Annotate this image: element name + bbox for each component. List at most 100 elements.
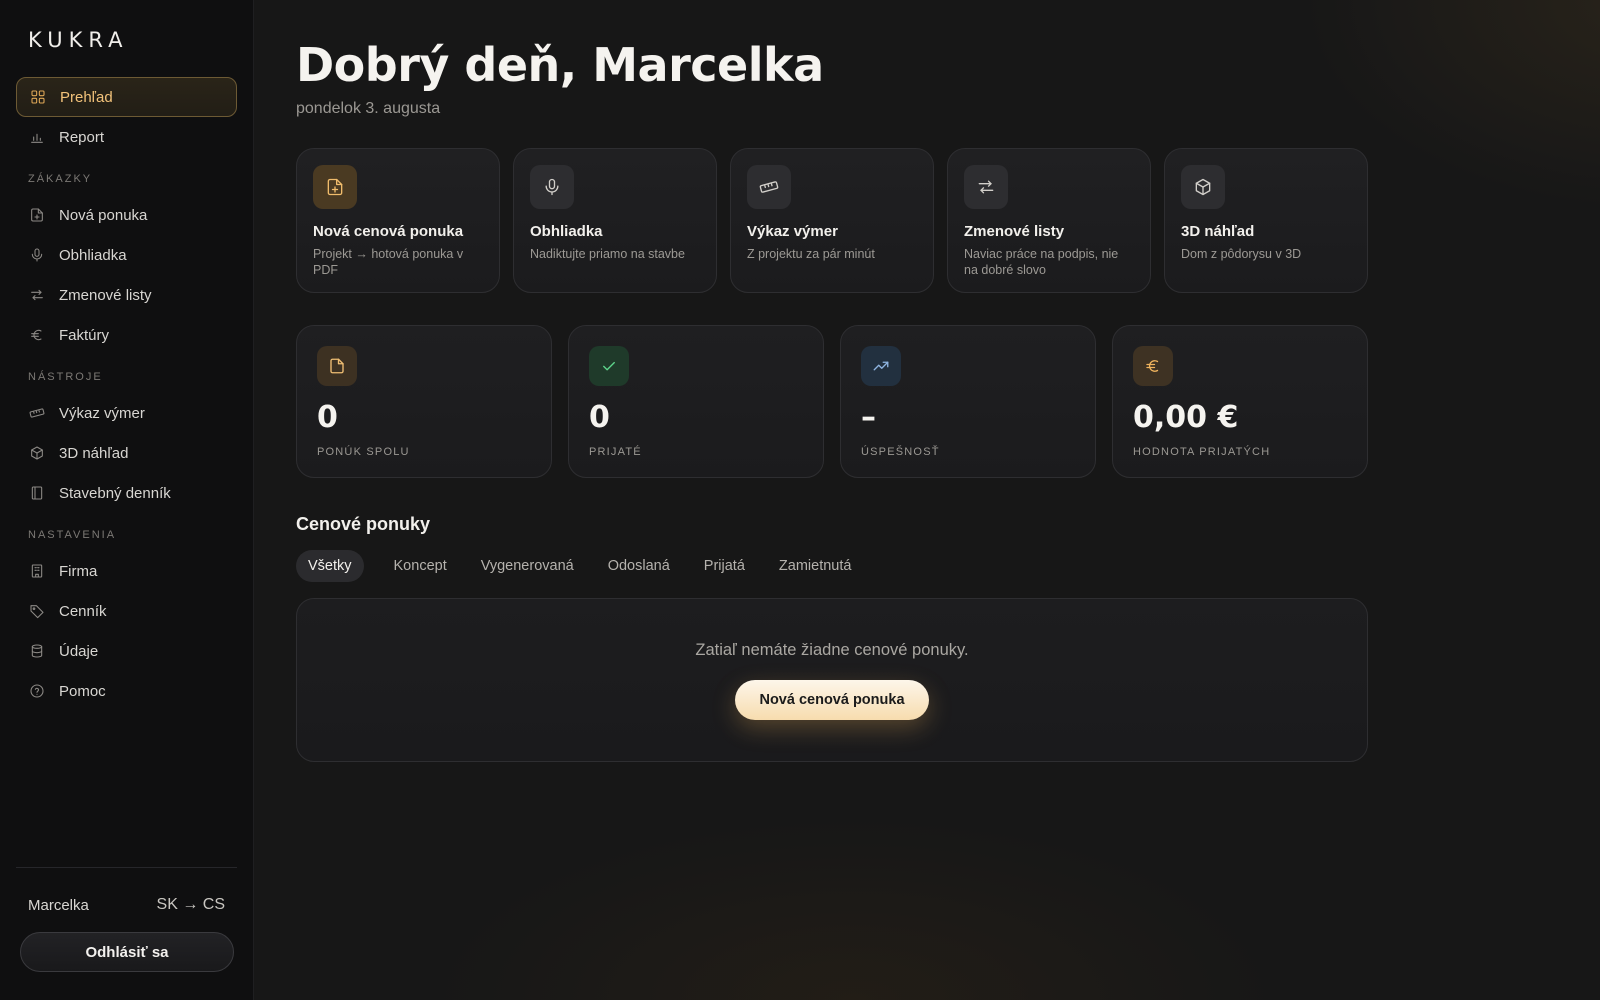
quick-action-title: Zmenové listy [964, 223, 1065, 240]
file-plus-icon [313, 165, 357, 209]
quick-action-desc: Dom z pôdorysu v 3D [1181, 247, 1302, 261]
euro-icon [1133, 346, 1173, 386]
tab-prijata[interactable]: Prijatá [692, 550, 757, 582]
sidebar-item-label: Nová ponuka [59, 206, 148, 224]
language-switch[interactable]: SK → CS [157, 896, 225, 914]
book-icon [28, 484, 46, 502]
sidebar-item-cennik[interactable]: Cenník [16, 591, 237, 631]
ruler-icon [747, 165, 791, 209]
quick-action-3d-nahlad[interactable]: 3D náhľad Dom z pôdorysu v 3D [1164, 148, 1368, 293]
current-user-name: Marcelka [28, 896, 89, 914]
tab-zamietnuta[interactable]: Zamietnutá [767, 550, 864, 582]
euro-icon [28, 326, 46, 344]
quick-action-title: 3D náhľad [1181, 223, 1255, 240]
cube-icon [1181, 165, 1225, 209]
sidebar-item-stavebny-dennik[interactable]: Stavebný denník [16, 473, 237, 513]
quick-action-desc: Naviac práce na podpis, nie na dobré slo… [964, 247, 1119, 277]
sidebar: KUKRA Prehľad Report ZÁKAZKY Nová ponuka [0, 0, 254, 1000]
stat-label: HODNOTA PRIJATÝCH [1133, 446, 1271, 458]
offers-filter-tabs: Všetky Koncept Vygenerovaná Odoslaná Pri… [296, 550, 1600, 582]
sidebar-footer: Marcelka SK → CS Odhlásiť sa [16, 867, 237, 972]
quick-action-desc: Projekt → hotová ponuka v PDF [313, 247, 464, 277]
sidebar-item-label: 3D náhľad [59, 444, 129, 462]
sidebar-item-label: Stavebný denník [59, 484, 171, 502]
empty-state-text: Zatiaľ nemáte žiadne cenové ponuky. [695, 641, 969, 659]
tab-vsetky[interactable]: Všetky [296, 550, 364, 582]
sidebar-item-obhliadka[interactable]: Obhliadka [16, 235, 237, 275]
arrows-swap-icon [28, 286, 46, 304]
sidebar-item-pomoc[interactable]: Pomoc [16, 671, 237, 711]
microphone-icon [530, 165, 574, 209]
sidebar-item-firma[interactable]: Firma [16, 551, 237, 591]
grid-icon [29, 88, 47, 106]
offers-section-title: Cenové ponuky [296, 514, 431, 534]
sidebar-section-zakazky: ZÁKAZKY [28, 173, 93, 185]
file-icon [317, 346, 357, 386]
stat-value: 0 [589, 400, 610, 435]
tab-vygenerovana[interactable]: Vygenerovaná [469, 550, 586, 582]
stat-label: ÚSPEŠNOSŤ [861, 446, 940, 458]
quick-action-desc: Z projektu za pár minút [747, 247, 875, 261]
stat-card-hodnota-prijatych: 0,00 € HODNOTA PRIJATÝCH [1112, 325, 1368, 478]
ruler-icon [28, 404, 46, 422]
stat-card-uspesnost: – ÚSPEŠNOSŤ [840, 325, 1096, 478]
building-icon [28, 562, 46, 580]
sidebar-item-label: Údaje [59, 642, 99, 660]
quick-action-obhliadka[interactable]: Obhliadka Nadiktujte priamo na stavbe [513, 148, 717, 293]
sidebar-section-nastavenia: NASTAVENIA [28, 529, 117, 541]
sidebar-item-udaje[interactable]: Údaje [16, 631, 237, 671]
stat-value: 0,00 € [1133, 400, 1239, 435]
sidebar-item-label: Firma [59, 562, 98, 580]
help-circle-icon [28, 682, 46, 700]
quick-action-title: Obhliadka [530, 223, 603, 240]
tag-icon [28, 602, 46, 620]
main-content: Dobrý deň, Marcelka pondelok 3. augusta … [254, 0, 1600, 1000]
sidebar-item-label: Zmenové listy [59, 286, 152, 304]
tab-odoslana[interactable]: Odoslaná [596, 550, 682, 582]
app-root: KUKRA Prehľad Report ZÁKAZKY Nová ponuka [0, 0, 1600, 1000]
sidebar-item-label: Cenník [59, 602, 107, 620]
app-logo: KUKRA [28, 28, 129, 52]
sidebar-item-nova-ponuka[interactable]: Nová ponuka [16, 195, 237, 235]
stat-card-prijate: 0 PRIJATÉ [568, 325, 824, 478]
sidebar-item-report[interactable]: Report [16, 117, 237, 157]
sidebar-item-label: Pomoc [59, 682, 106, 700]
stat-label: PONÚK SPOLU [317, 446, 410, 458]
sidebar-footer-divider [16, 867, 237, 868]
quick-actions: Nová cenová ponuka Projekt → hotová ponu… [296, 148, 1600, 293]
sidebar-nav: Prehľad Report ZÁKAZKY Nová ponuka Obhli [16, 77, 237, 711]
sidebar-footer-row: Marcelka SK → CS [16, 896, 237, 914]
trending-up-icon [861, 346, 901, 386]
file-plus-icon [28, 206, 46, 224]
quick-action-nova-cenova-ponuka[interactable]: Nová cenová ponuka Projekt → hotová ponu… [296, 148, 500, 293]
sidebar-item-label: Obhliadka [59, 246, 127, 264]
stat-card-ponuk-spolu: 0 PONÚK SPOLU [296, 325, 552, 478]
quick-action-title: Nová cenová ponuka [313, 223, 464, 240]
sidebar-item-vykaz-vymer[interactable]: Výkaz výmer [16, 393, 237, 433]
stat-label: PRIJATÉ [589, 446, 642, 458]
sidebar-item-label: Report [59, 128, 105, 146]
bar-chart-icon [28, 128, 46, 146]
arrows-swap-icon [964, 165, 1008, 209]
microphone-icon [28, 246, 46, 264]
sidebar-item-label: Faktúry [59, 326, 110, 344]
new-offer-button[interactable]: Nová cenová ponuka [735, 680, 929, 720]
sidebar-item-faktury[interactable]: Faktúry [16, 315, 237, 355]
stat-value: – [861, 400, 876, 435]
current-date: pondelok 3. augusta [296, 100, 441, 117]
quick-action-vykaz-vymer[interactable]: Výkaz výmer Z projektu za pár minút [730, 148, 934, 293]
sidebar-section-nastroje: NÁSTROJE [28, 371, 103, 383]
sidebar-item-zmenove-listy[interactable]: Zmenové listy [16, 275, 237, 315]
logout-button[interactable]: Odhlásiť sa [20, 932, 234, 972]
check-icon [589, 346, 629, 386]
tab-koncept[interactable]: Koncept [382, 550, 459, 582]
sidebar-item-3d-nahlad[interactable]: 3D náhľad [16, 433, 237, 473]
sidebar-item-label: Prehľad [60, 88, 113, 106]
sidebar-item-prehlad[interactable]: Prehľad [16, 77, 237, 117]
offers-empty-state: Zatiaľ nemáte žiadne cenové ponuky. Nová… [296, 598, 1368, 762]
page-title: Dobrý deň, Marcelka [296, 38, 824, 92]
quick-action-zmenove-listy[interactable]: Zmenové listy Naviac práce na podpis, ni… [947, 148, 1151, 293]
stat-value: 0 [317, 400, 338, 435]
database-icon [28, 642, 46, 660]
cube-icon [28, 444, 46, 462]
